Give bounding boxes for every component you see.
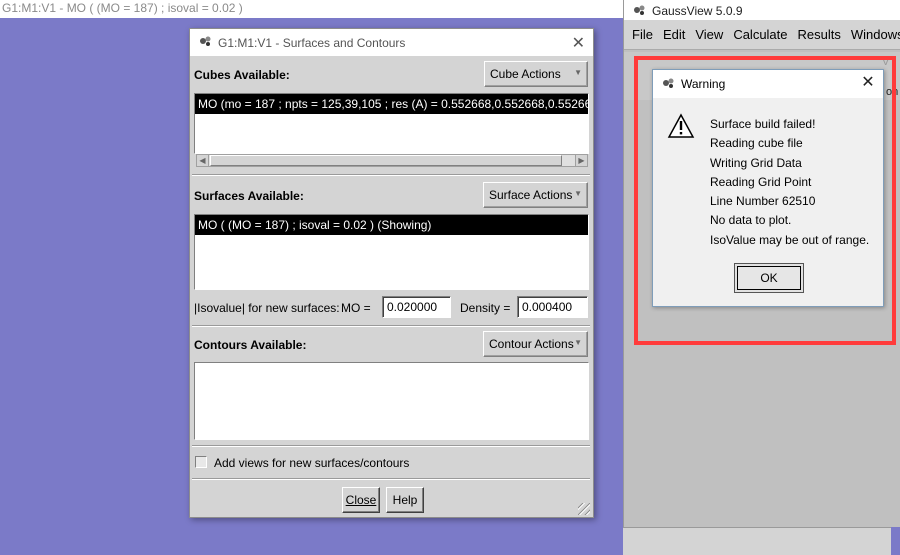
surfaces-available-label: Surfaces Available: [194,189,304,203]
chevron-down-icon: ▼ [574,68,582,77]
warning-line: No data to plot. [710,213,792,228]
warning-dialog: Warning ✕ Surface build failed! Reading … [652,69,884,307]
divider [192,325,590,327]
warning-app-icon [661,76,675,93]
contour-actions-button[interactable]: Contour Actions ▼ [483,331,588,357]
warning-title: Warning [681,77,726,91]
contours-available-label: Contours Available: [194,338,307,352]
scroll-right-icon[interactable]: ▶ [575,155,587,166]
warning-line: Reading Grid Point [710,174,812,189]
mo-isovalue-input[interactable]: 0.020000 [382,296,451,318]
scroll-left-icon[interactable]: ◀ [197,155,209,166]
list-item[interactable]: MO (mo = 187 ; npts = 125,39,105 ; res (… [195,94,588,114]
cube-actions-button[interactable]: Cube Actions ▼ [484,61,588,87]
menu-view[interactable]: View [695,27,723,42]
cubes-list[interactable]: MO (mo = 187 ; npts = 125,39,105 ; res (… [194,93,589,154]
cubes-horizontal-scrollbar[interactable]: ◀ ▶ [196,154,588,167]
warning-message: Surface build failed! Reading cube file … [710,115,869,250]
cube-actions-label: Cube Actions [490,67,561,81]
divider [192,445,590,447]
background-window-title: G1:M1:V1 - MO ( (MO = 187) ; isoval = 0.… [0,0,625,18]
warning-line: Line Number 62510 [710,194,816,209]
close-button[interactable]: Close [342,487,380,513]
add-views-checkbox[interactable] [195,456,207,468]
contours-list[interactable] [194,362,589,440]
contour-actions-label: Contour Actions [489,337,574,351]
gaussview-statusbar [623,527,891,555]
ok-button[interactable]: OK [734,263,804,293]
help-button-label: Help [392,493,418,507]
resize-grip-icon[interactable] [578,503,590,515]
chevron-down-icon: ▼ [574,189,582,198]
toolbar-ghost-label: V [882,56,890,68]
warning-line: Reading cube file [710,136,803,151]
divider [192,174,590,176]
chevron-down-icon: ▼ [574,338,582,347]
warning-triangle-icon [667,113,695,139]
ok-button-label: OK [737,266,801,290]
warning-titlebar: Warning ✕ [653,70,883,98]
close-icon[interactable]: ✕ [572,33,585,53]
gaussview-menubar: File Edit View Calculate Results Windows [624,20,900,50]
close-button-label: Close [345,493,377,507]
menu-results[interactable]: Results [798,27,841,42]
surface-actions-button[interactable]: Surface Actions ▼ [483,182,588,208]
toolbar-ghost-label-2: on [886,86,899,98]
gaussview-titlebar: GaussView 5.0.9 [624,0,900,20]
warning-line: Writing Grid Data [710,155,802,170]
surfaces-list[interactable]: MO ( (MO = 187) ; isoval = 0.02 ) (Showi… [194,214,589,290]
menu-windows[interactable]: Windows [851,27,900,42]
help-button[interactable]: Help [386,487,424,513]
cubes-available-label: Cubes Available: [194,68,290,82]
menu-calculate[interactable]: Calculate [733,27,787,42]
list-item[interactable]: MO ( (MO = 187) ; isoval = 0.02 ) (Showi… [195,215,588,235]
surface-actions-label: Surface Actions [489,188,573,202]
divider [192,478,590,480]
warning-line: IsoValue may be out of range. [710,232,870,247]
surfaces-dialog-titlebar: G1:M1:V1 - Surfaces and Contours ✕ [190,29,593,56]
density-isovalue-input[interactable]: 0.000400 [517,296,588,318]
density-label: Density = [460,301,511,315]
menu-file[interactable]: File [632,27,653,42]
gaussview-title: GaussView 5.0.9 [652,4,743,18]
scrollbar-thumb[interactable] [210,155,562,166]
surfaces-app-icon [198,34,212,51]
warning-line: Surface build failed! [710,117,816,131]
mo-label: MO = [341,301,371,315]
menu-edit[interactable]: Edit [663,27,685,42]
surfaces-dialog-title: G1:M1:V1 - Surfaces and Contours [218,35,406,50]
add-views-label: Add views for new surfaces/contours [214,456,410,470]
close-icon[interactable]: ✕ [859,74,877,92]
isovalue-label: |Isovalue| for new surfaces: [194,301,340,315]
gaussview-app-icon [632,3,646,20]
